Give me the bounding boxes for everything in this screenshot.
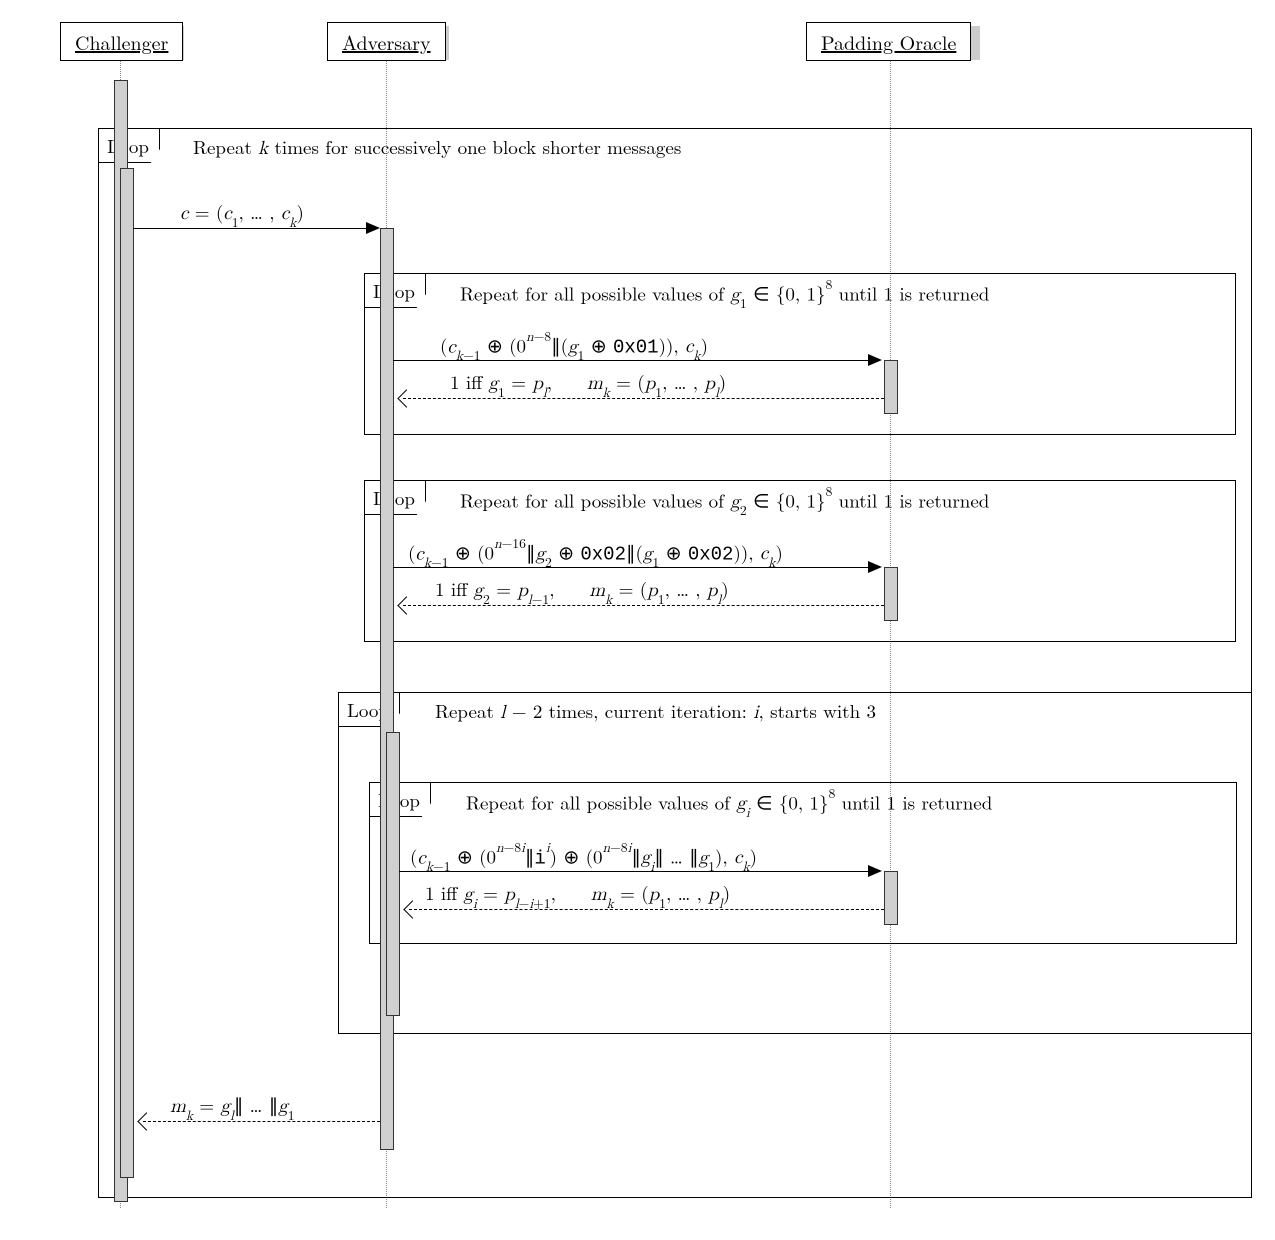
gi-send-label: (ck−1 ⊕ (0n−8i∥ii) ⊕ (0n−8i∥gi∥ … ∥g1), … [410,841,757,873]
challenger-label: Challenger [75,27,168,56]
g1-send-arrow-head [868,354,882,366]
gi-send-arrow-head [868,865,882,877]
g2-loop-label: Loop [364,480,426,515]
adversary-activation-inner [386,732,400,1016]
oracle-activation-3 [884,871,898,925]
lminus2-loop-caption: Repeat l − 2 times, current iteration: i… [435,697,876,724]
g2-send-label: (ck−1 ⊕ (0n−16∥g2 ⊕ 0x02∥(g1 ⊕ 0x02)), c… [408,537,783,569]
adversary-label: Adversary [342,27,431,56]
g2-send-arrow-head [868,561,882,573]
oracle-label: Padding Oracle [821,27,956,56]
oracle-activation-1 [884,360,898,414]
oracle-box: Padding Oracle [806,22,971,61]
ciphertext-arrow-head [366,222,380,234]
g2-loop-caption: Repeat for all possible values of g2 ∈ {… [460,485,989,516]
g2-resp-label: 1 iff g2 = pl−1, mk = (p1, … , pl) [435,575,729,606]
ciphertext-label: c = (c1, … , ck) [180,198,304,229]
g1-send-label: (ck−1 ⊕ (0n−8∥(g1 ⊕ 0x01)), ck) [440,330,708,362]
outer-loop-caption: Repeat k times for successively one bloc… [193,133,681,160]
sequence-diagram: Challenger Adversary Padding Oracle Loop… [20,20,1255,1220]
adversary-box: Adversary [327,22,446,61]
gi-resp-label: 1 iff gi = pl−i+1, mk = (p1, … , pl) [425,879,730,910]
g1-loop-label: Loop [364,273,426,308]
challenger-activation-inner [120,168,134,1178]
oracle-activation-2 [884,567,898,621]
g1-resp-label: 1 iff g1 = pl, mk = (p1, … , pl) [450,368,726,399]
final-label: mk = gl∥ … ∥g1 [170,1091,295,1122]
challenger-box: Challenger [60,22,183,61]
g1-loop-caption: Repeat for all possible values of g1 ∈ {… [460,278,989,309]
gi-loop-caption: Repeat for all possible values of gi ∈ {… [466,787,992,819]
outer-loop-label: Loop [98,128,160,163]
